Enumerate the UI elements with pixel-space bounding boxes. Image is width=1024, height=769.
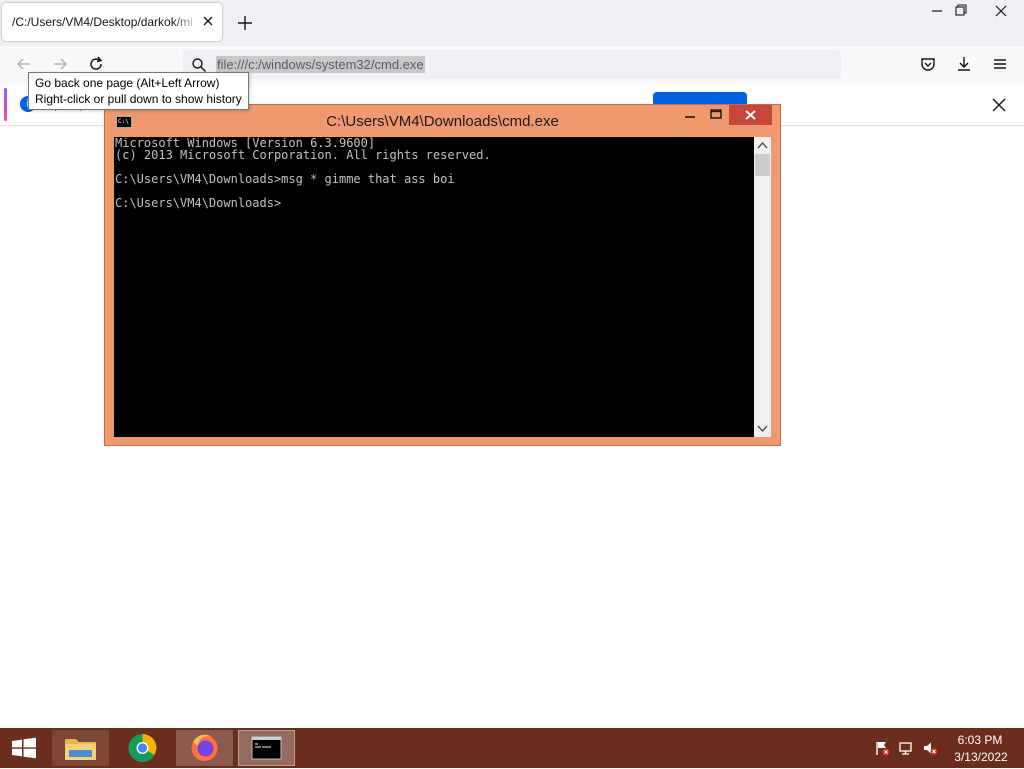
arrow-left-icon[interactable] — [14, 54, 34, 74]
url-bar[interactable]: file:///c:/windows/system32/cmd.exe — [183, 50, 841, 79]
restore-icon[interactable] — [946, 0, 976, 22]
pocket-icon[interactable] — [918, 54, 938, 74]
tab-strip: /C:/Users/VM4/Desktop/darkok/mi — [0, 0, 1024, 46]
action-center-flag-icon[interactable] — [874, 740, 890, 756]
download-icon[interactable] — [954, 54, 974, 74]
console-prompt-line: C:\Users\VM4\Downloads> — [115, 196, 282, 210]
console-output[interactable]: Microsoft Windows [Version 6.3.9600] (c)… — [114, 137, 754, 437]
minimize-icon[interactable] — [676, 105, 704, 125]
taskbar-firefox[interactable] — [176, 730, 233, 766]
close-icon[interactable] — [990, 96, 1008, 114]
cmd-window[interactable]: C:\ C:\Users\VM4\Downloads\cmd.exe Micro… — [104, 104, 781, 446]
folder-icon — [65, 739, 96, 760]
browser-tab[interactable]: /C:/Users/VM4/Desktop/darkok/mi — [2, 3, 222, 41]
clock-date[interactable]: 3/13/2022 — [948, 750, 1014, 764]
window-close-icon[interactable] — [986, 0, 1016, 22]
tab-title: /C:/Users/VM4/Desktop/darkok/mi — [12, 15, 193, 29]
taskbar-command-prompt[interactable] — [238, 730, 295, 766]
plus-icon[interactable] — [236, 14, 254, 32]
scroll-down-icon[interactable] — [754, 420, 771, 437]
firefox-icon — [191, 734, 218, 761]
scroll-thumb[interactable] — [755, 154, 770, 176]
hamburger-menu-icon[interactable] — [990, 54, 1010, 74]
tooltip-line: Go back one page (Alt+Left Arrow) — [35, 76, 220, 90]
scroll-up-icon[interactable] — [754, 137, 771, 154]
tooltip-line: Right-click or pull down to show history — [35, 92, 242, 106]
taskbar-chrome[interactable] — [114, 730, 171, 766]
notification-accent — [4, 88, 7, 121]
reload-icon[interactable] — [86, 54, 106, 74]
close-icon[interactable] — [200, 13, 216, 29]
windows-logo-icon[interactable] — [0, 728, 48, 768]
console-line: C:\Users\VM4\Downloads>msg * gimme that … — [115, 172, 455, 186]
chrome-icon — [128, 734, 157, 762]
cmd-icon — [251, 736, 282, 760]
back-button-tooltip: Go back one page (Alt+Left Arrow) Right-… — [28, 72, 249, 110]
close-icon[interactable] — [729, 105, 772, 125]
taskbar-file-explorer[interactable] — [52, 730, 109, 766]
volume-muted-icon[interactable] — [922, 740, 938, 756]
clock-time[interactable]: 6:03 PM — [950, 733, 1010, 747]
taskbar: 6:03 PM 3/13/2022 — [0, 728, 1024, 768]
search-icon — [192, 58, 206, 72]
maximize-icon[interactable] — [703, 105, 729, 125]
arrow-right-icon[interactable] — [50, 54, 70, 74]
network-icon[interactable] — [898, 740, 914, 756]
url-text[interactable]: file:///c:/windows/system32/cmd.exe — [216, 56, 425, 73]
console-scrollbar[interactable] — [754, 137, 771, 437]
console-line: (c) 2013 Microsoft Corporation. All righ… — [115, 148, 491, 162]
